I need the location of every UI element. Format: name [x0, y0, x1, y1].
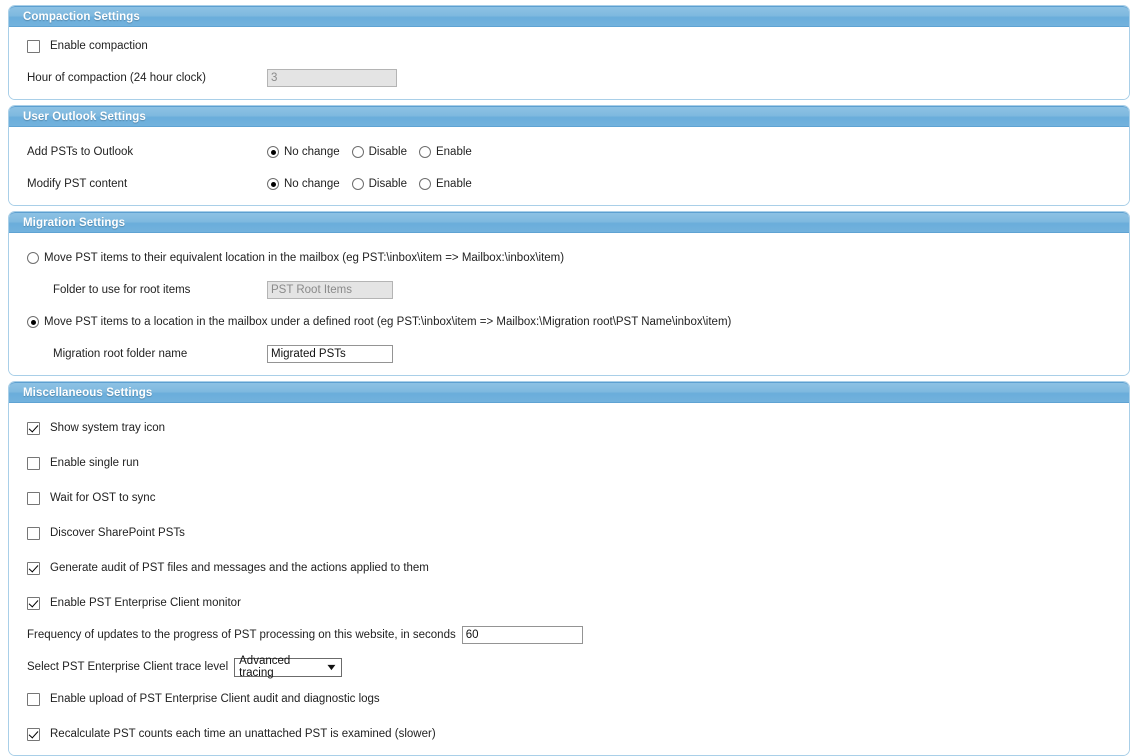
row-option-defined-root: Move PST items to a location in the mail…	[9, 311, 1129, 333]
trace-level-select[interactable]: Advanced tracing ▼	[234, 655, 343, 679]
panel-migration-settings: Migration Settings Move PST items to the…	[8, 211, 1130, 376]
checkbox-enable-compaction[interactable]: Enable compaction	[27, 39, 148, 53]
row-frequency-of-updates: Frequency of updates to the progress of …	[9, 624, 1129, 646]
radio-equivalent-location[interactable]: Move PST items to their equivalent locat…	[27, 252, 564, 264]
row-recalculate-pst-counts: Recalculate PST counts each time an unat…	[9, 723, 1129, 745]
trace-level-selected-value: Advanced tracing	[239, 655, 291, 679]
radio-dot-icon[interactable]	[418, 178, 431, 190]
checkbox-check-icon[interactable]	[27, 561, 40, 575]
checkbox-box-icon[interactable]	[27, 491, 40, 505]
checkbox-discover-sharepoint-psts[interactable]: Discover SharePoint PSTs	[27, 526, 185, 540]
radio-add-psts-disable[interactable]: Disable	[351, 146, 407, 158]
panel-body-user-outlook: Add PSTs to Outlook No change Disable En…	[9, 127, 1129, 205]
checkbox-box-icon[interactable]	[27, 692, 40, 706]
checkbox-check-icon[interactable]	[27, 421, 40, 435]
settings-page: Compaction Settings Enable compaction Ho…	[0, 5, 1138, 756]
row-show-system-tray-icon: Show system tray icon	[9, 417, 1129, 439]
panel-body-compaction: Enable compaction Hour of compaction (24…	[9, 27, 1129, 99]
row-folder-root-items: Folder to use for root items	[9, 279, 1129, 301]
radio-add-psts-enable[interactable]: Enable	[418, 146, 472, 158]
radio-dot-icon[interactable]	[418, 146, 431, 158]
row-enable-client-monitor: Enable PST Enterprise Client monitor	[9, 592, 1129, 614]
radio-label: No change	[284, 178, 340, 190]
panel-user-outlook-settings: User Outlook Settings Add PSTs to Outloo…	[8, 105, 1130, 206]
checkbox-label: Recalculate PST counts each time an unat…	[50, 728, 436, 740]
panel-body-miscellaneous: Show system tray icon Enable single run …	[9, 403, 1129, 755]
checkbox-label: Enable compaction	[50, 40, 148, 52]
row-option-equivalent-location: Move PST items to their equivalent locat…	[9, 247, 1129, 269]
checkbox-enable-single-run[interactable]: Enable single run	[27, 456, 139, 470]
radio-label: Disable	[368, 178, 407, 190]
checkbox-generate-audit[interactable]: Generate audit of PST files and messages…	[27, 561, 429, 575]
row-enable-single-run: Enable single run	[9, 452, 1129, 474]
frequency-of-updates-label: Frequency of updates to the progress of …	[27, 629, 456, 641]
panel-body-migration: Move PST items to their equivalent locat…	[9, 233, 1129, 375]
row-modify-pst-content: Modify PST content No change Disable Ena…	[9, 173, 1129, 195]
radio-label: No change	[284, 146, 340, 158]
folder-root-items-label: Folder to use for root items	[53, 284, 191, 296]
radio-dot-icon[interactable]	[267, 178, 279, 190]
radio-dot-icon[interactable]	[351, 146, 364, 158]
radio-defined-root[interactable]: Move PST items to a location in the mail…	[27, 316, 731, 328]
panel-header-miscellaneous: Miscellaneous Settings	[9, 382, 1129, 403]
checkbox-box-icon[interactable]	[27, 456, 40, 470]
radio-label: Move PST items to their equivalent locat…	[44, 252, 565, 264]
hour-of-compaction-label: Hour of compaction (24 hour clock)	[27, 72, 206, 84]
radio-dot-icon[interactable]	[27, 316, 39, 328]
row-hour-of-compaction: Hour of compaction (24 hour clock)	[9, 67, 1129, 89]
checkbox-label: Enable PST Enterprise Client monitor	[50, 597, 241, 609]
checkbox-label: Discover SharePoint PSTs	[50, 527, 185, 539]
radio-label: Enable	[435, 146, 472, 158]
row-add-psts-to-outlook: Add PSTs to Outlook No change Disable En…	[9, 141, 1129, 163]
panel-header-migration: Migration Settings	[9, 212, 1129, 233]
radio-label: Move PST items to a location in the mail…	[44, 316, 732, 328]
radio-group-add-psts: No change Disable Enable	[267, 146, 484, 158]
checkbox-check-icon[interactable]	[27, 727, 40, 741]
checkbox-enable-client-monitor[interactable]: Enable PST Enterprise Client monitor	[27, 596, 241, 610]
radio-dot-icon[interactable]	[351, 178, 364, 190]
folder-root-items-input[interactable]	[267, 281, 393, 299]
radio-dot-icon[interactable]	[267, 146, 279, 158]
panel-header-user-outlook: User Outlook Settings	[9, 106, 1129, 127]
checkbox-show-system-tray-icon[interactable]: Show system tray icon	[27, 421, 166, 435]
checkbox-label: Generate audit of PST files and messages…	[50, 562, 429, 574]
checkbox-label: Wait for OST to sync	[50, 492, 156, 504]
checkbox-label: Show system tray icon	[50, 422, 166, 434]
radio-group-modify-pst: No change Disable Enable	[267, 178, 484, 190]
radio-label: Enable	[435, 178, 472, 190]
checkbox-label: Enable single run	[50, 457, 139, 469]
panel-compaction-settings: Compaction Settings Enable compaction Ho…	[8, 5, 1130, 100]
radio-label: Disable	[368, 146, 407, 158]
checkbox-wait-for-ost-to-sync[interactable]: Wait for OST to sync	[27, 491, 156, 505]
checkbox-box-icon[interactable]	[27, 526, 40, 540]
checkbox-check-icon[interactable]	[27, 596, 40, 610]
trace-level-label: Select PST Enterprise Client trace level	[27, 661, 229, 673]
migration-root-folder-label: Migration root folder name	[53, 348, 188, 360]
modify-pst-content-label: Modify PST content	[27, 178, 128, 190]
checkbox-box-icon[interactable]	[27, 39, 40, 53]
row-trace-level: Select PST Enterprise Client trace level…	[9, 655, 1129, 679]
add-psts-to-outlook-label: Add PSTs to Outlook	[27, 146, 134, 158]
radio-modify-pst-enable[interactable]: Enable	[418, 178, 472, 190]
checkbox-label: Enable upload of PST Enterprise Client a…	[50, 693, 380, 705]
migration-root-folder-input[interactable]	[267, 345, 393, 363]
checkbox-recalculate-pst-counts[interactable]: Recalculate PST counts each time an unat…	[27, 727, 436, 741]
row-wait-for-ost-to-sync: Wait for OST to sync	[9, 487, 1129, 509]
checkbox-enable-upload-logs[interactable]: Enable upload of PST Enterprise Client a…	[27, 692, 380, 706]
hour-of-compaction-input[interactable]	[267, 69, 397, 87]
radio-modify-pst-no-change[interactable]: No change	[267, 178, 340, 190]
radio-add-psts-no-change[interactable]: No change	[267, 146, 340, 158]
panel-header-compaction: Compaction Settings	[9, 6, 1129, 27]
row-migration-root-folder: Migration root folder name	[9, 343, 1129, 365]
radio-modify-pst-disable[interactable]: Disable	[351, 178, 407, 190]
panel-miscellaneous-settings: Miscellaneous Settings Show system tray …	[8, 381, 1130, 756]
row-enable-upload-logs: Enable upload of PST Enterprise Client a…	[9, 688, 1129, 710]
row-generate-audit: Generate audit of PST files and messages…	[9, 557, 1129, 579]
row-enable-compaction: Enable compaction	[9, 35, 1129, 57]
frequency-of-updates-input[interactable]	[461, 626, 583, 644]
chevron-down-icon[interactable]: ▼	[325, 662, 338, 672]
radio-dot-icon[interactable]	[27, 252, 39, 264]
row-discover-sharepoint-psts: Discover SharePoint PSTs	[9, 522, 1129, 544]
